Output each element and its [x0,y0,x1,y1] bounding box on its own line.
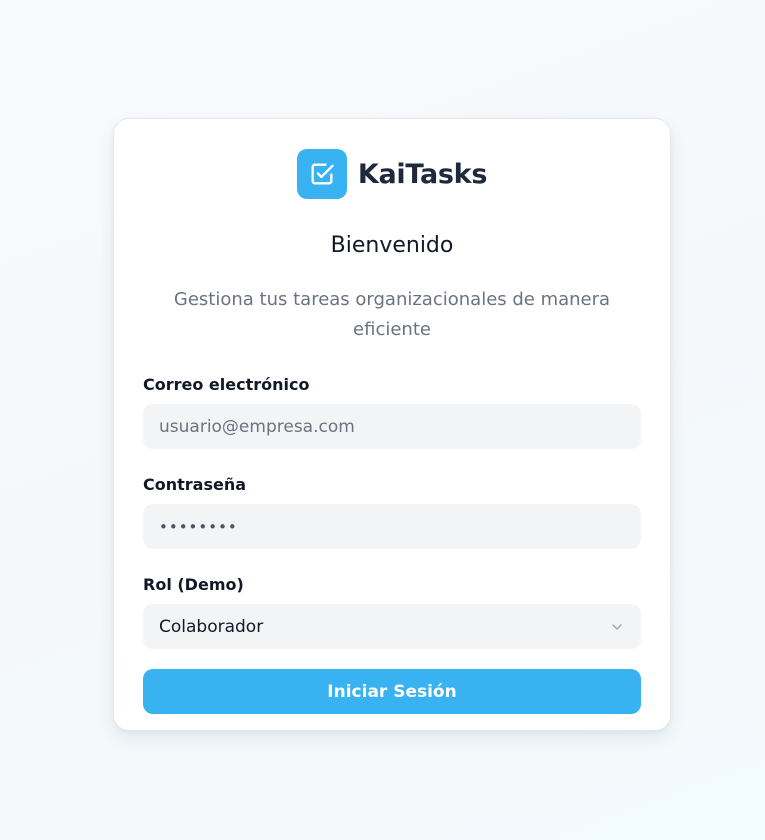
email-label: Correo electrónico [143,375,310,394]
role-label: Rol (Demo) [143,575,244,594]
check-square-icon [296,149,347,199]
password-field[interactable]: •••••••• [143,504,641,549]
login-button[interactable]: Iniciar Sesión [143,669,641,714]
page-subtitle: Gestiona tus tareas organizacionales de … [173,289,611,340]
page-title: Bienvenido [330,233,454,258]
password-masked-value: •••••••• [159,517,238,536]
role-selected-value: Colaborador [159,616,264,637]
brand-name: KaiTasks [357,158,488,190]
email-placeholder: usuario@empresa.com [159,416,355,437]
email-field[interactable]: usuario@empresa.com [143,404,641,449]
password-label: Contraseña [143,475,247,494]
chevron-down-icon [609,619,625,635]
role-select[interactable]: Colaborador [143,604,641,649]
login-card: KaiTasks Bienvenido Gestiona tus tareas … [113,118,671,731]
brand-header: KaiTasks [143,149,641,199]
